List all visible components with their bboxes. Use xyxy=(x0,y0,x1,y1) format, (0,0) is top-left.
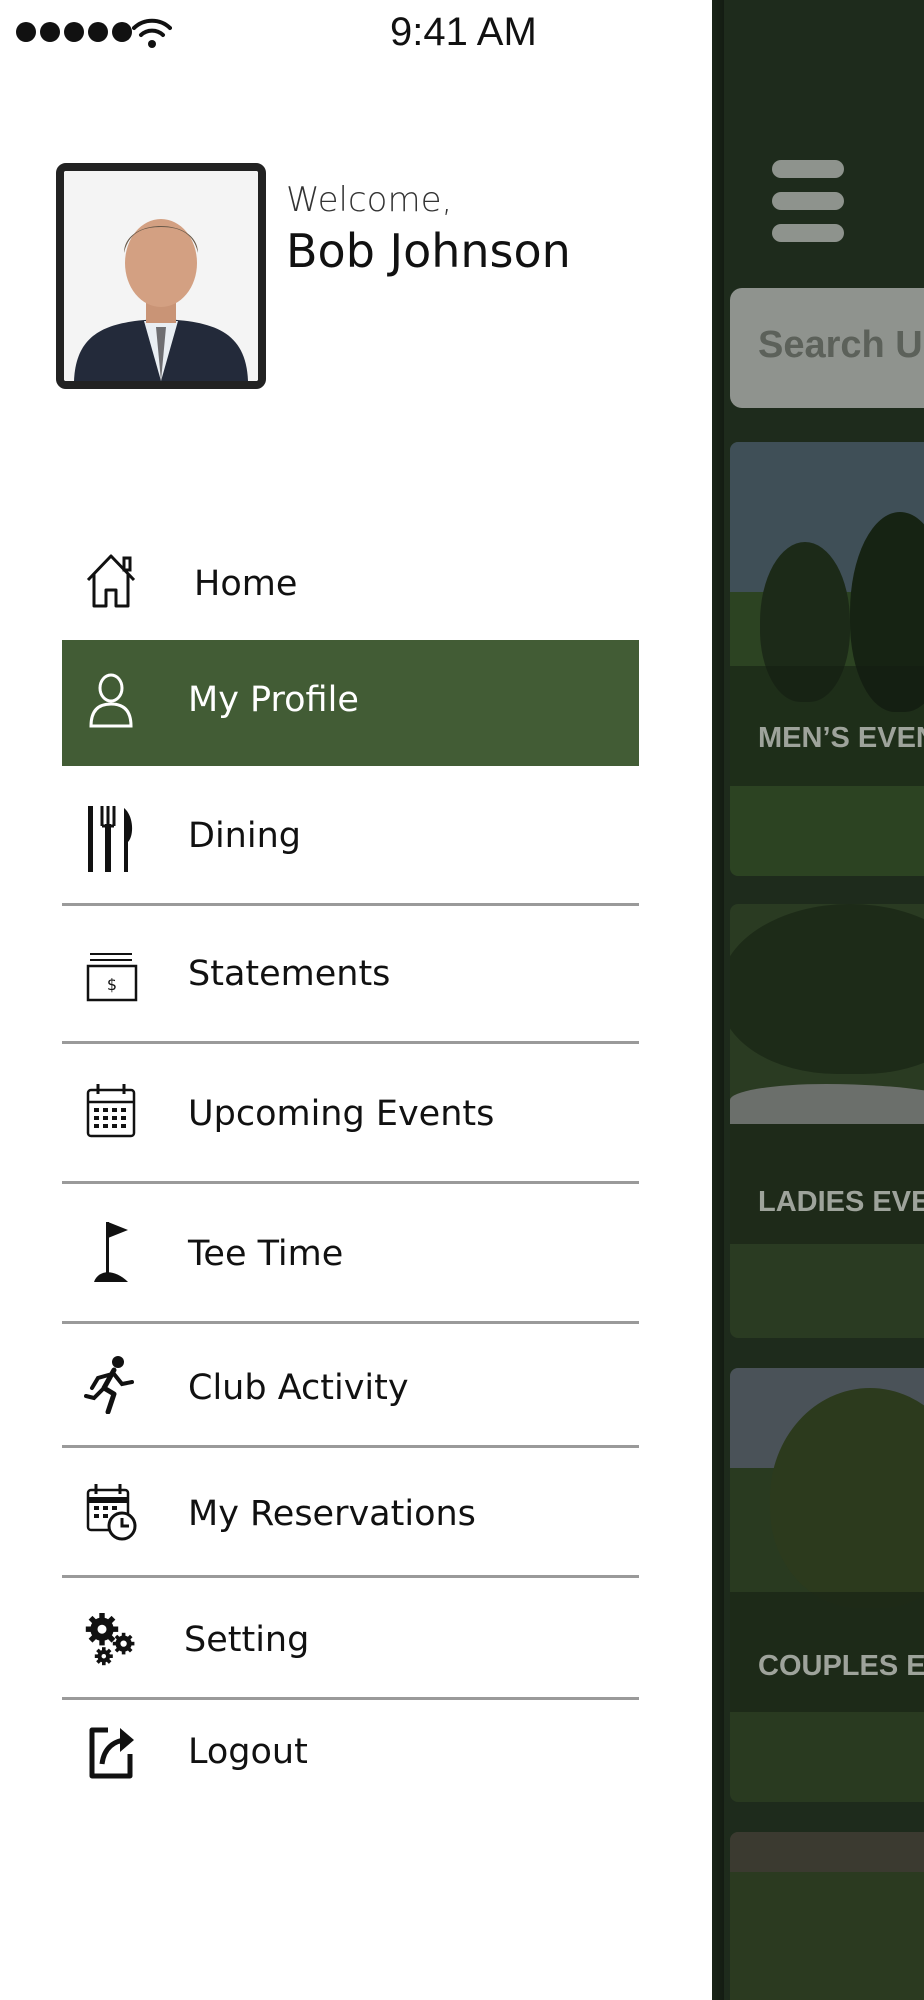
logout-icon xyxy=(89,1727,134,1779)
menu-item-label: Statements xyxy=(188,954,391,994)
side-drawer: 9:41 AM Welcome, Bob Johnson Home My Pro… xyxy=(0,0,712,2000)
event-card-next[interactable] xyxy=(730,1832,924,2000)
menu-item-label: Tee Time xyxy=(188,1234,344,1274)
event-card-ladies[interactable]: LADIES EVE xyxy=(730,904,924,1338)
menu-item-label: Dining xyxy=(188,816,301,856)
event-label: MEN’S EVEN xyxy=(758,722,924,754)
menu-item-label: Upcoming Events xyxy=(188,1094,495,1134)
user-name: Bob Johnson xyxy=(286,224,571,278)
event-card-mens[interactable]: MEN’S EVEN xyxy=(730,442,924,876)
event-card-couples[interactable]: COUPLES EV xyxy=(730,1368,924,1802)
menu-item-logout[interactable]: Logout xyxy=(62,1700,639,1820)
event-label: COUPLES EV xyxy=(758,1650,924,1682)
welcome-text: Welcome, xyxy=(286,180,453,220)
calendar-icon xyxy=(86,1084,136,1138)
wifi-icon xyxy=(132,18,172,48)
menu-item-setting[interactable]: Setting xyxy=(62,1578,639,1700)
gears-icon xyxy=(85,1613,135,1666)
status-bar: 9:41 AM xyxy=(0,0,712,64)
menu-item-upcoming-events[interactable]: Upcoming Events xyxy=(62,1044,639,1184)
home-icon xyxy=(86,554,136,608)
menu-item-label: My Profile xyxy=(188,680,359,720)
menu-item-dining[interactable]: Dining xyxy=(62,766,639,906)
menu-item-my-profile[interactable]: My Profile xyxy=(62,640,639,766)
search-input[interactable]: Search Up xyxy=(730,288,924,408)
menu-item-label: Logout xyxy=(188,1732,308,1772)
runner-icon xyxy=(84,1356,134,1414)
hamburger-menu-icon[interactable] xyxy=(772,160,844,242)
background-app: Search Up MEN’S EVEN LADIES EVE COUPLES … xyxy=(712,0,924,2000)
golf-flag-icon xyxy=(94,1222,128,1282)
menu-item-club-activity[interactable]: Club Activity xyxy=(62,1324,639,1448)
person-icon xyxy=(89,673,133,728)
avatar[interactable] xyxy=(56,163,266,389)
event-label: LADIES EVE xyxy=(758,1186,924,1218)
menu-item-tee-time[interactable]: Tee Time xyxy=(62,1184,639,1324)
menu-item-label: My Reservations xyxy=(188,1494,476,1534)
menu-item-statements[interactable]: $ Statements xyxy=(62,906,639,1044)
status-time: 9:41 AM xyxy=(390,10,537,54)
statement-icon: $ xyxy=(86,953,138,1002)
person-photo-icon xyxy=(64,171,258,381)
fork-knife-icon xyxy=(88,806,133,872)
calendar-clock-icon xyxy=(86,1484,137,1541)
signal-dots-icon xyxy=(16,22,136,48)
menu-item-label: Setting xyxy=(184,1620,310,1660)
svg-text:$: $ xyxy=(107,975,117,994)
menu-item-label: Home xyxy=(194,564,298,604)
menu-item-my-reservations[interactable]: My Reservations xyxy=(62,1448,639,1578)
menu-item-home[interactable]: Home xyxy=(62,530,639,640)
menu-item-label: Club Activity xyxy=(188,1368,409,1408)
